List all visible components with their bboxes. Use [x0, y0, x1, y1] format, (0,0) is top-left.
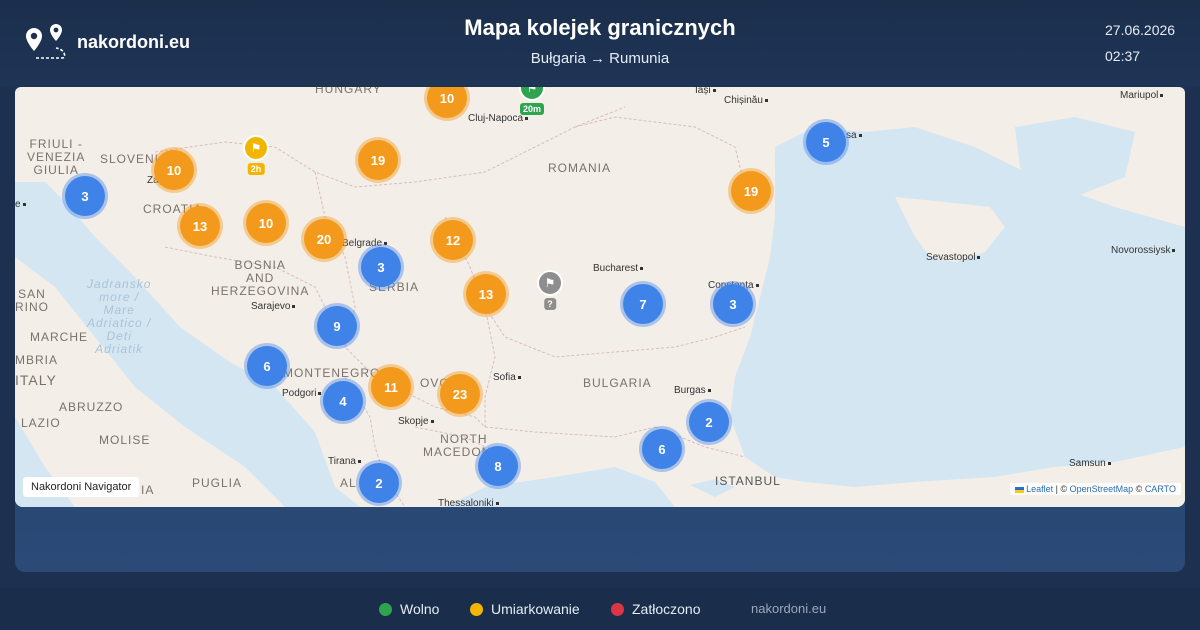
cluster-marker[interactable]: 2: [359, 463, 399, 503]
region-san-marino: SAN RINO: [15, 287, 49, 314]
cluster-marker[interactable]: 12: [433, 220, 473, 260]
leaflet-link[interactable]: Leaflet: [1026, 484, 1053, 494]
city-istanbul: ISTANBUL: [715, 474, 781, 488]
ukraine-flag-icon: [1014, 486, 1024, 493]
region-umbria: MBRIA: [15, 353, 59, 367]
region-friuli: FRIULI - VENEZIA GIULIA: [27, 137, 86, 177]
cluster-marker[interactable]: 6: [247, 346, 287, 386]
cluster-marker[interactable]: 10: [246, 203, 286, 243]
flag-marker-grey[interactable]: ⚑: [537, 270, 563, 296]
sea-adriatic-label: Jadransko more / Mare Adriatico / Deti Adriat…: [87, 277, 152, 356]
region-abruzzo: ABRUZZO: [59, 400, 124, 414]
city-odesa: sa: [846, 130, 862, 141]
city-trieste: e: [15, 199, 26, 210]
cluster-marker[interactable]: 8: [478, 446, 518, 486]
region-hungary: HUNGARY: [315, 87, 382, 96]
cluster-marker[interactable]: 19: [731, 171, 771, 211]
city-thessaloniki: Thessaloniki: [438, 498, 499, 507]
city-chisinau: Chișinău: [724, 95, 768, 106]
cluster-marker[interactable]: 10: [154, 150, 194, 190]
region-calabria: IA: [141, 483, 155, 497]
region-lazio: LAZIO: [21, 416, 61, 430]
cluster-marker[interactable]: 7: [623, 284, 663, 324]
carto-link[interactable]: CARTO: [1145, 484, 1176, 494]
flag-icon: ⚑: [250, 141, 262, 155]
region-italy: ITALY: [15, 372, 57, 388]
time-label: 02:37: [1105, 48, 1141, 64]
page-title: Mapa kolejek granicznych: [464, 15, 736, 40]
city-novorossiysk: Novorossiysk: [1111, 245, 1175, 256]
cluster-marker[interactable]: 4: [323, 381, 363, 421]
route-subtitle: Bułgaria → Rumunia: [530, 50, 670, 67]
map-attribution: Leaflet | © OpenStreetMap © CARTO: [1009, 483, 1181, 495]
cluster-marker[interactable]: 3: [361, 247, 401, 287]
date-label: 27.06.2026: [1105, 22, 1176, 38]
wait-time-badge: 2h: [247, 163, 265, 175]
region-montenegro: MONTENEGRO: [283, 366, 381, 380]
region-puglia: PUGLIA: [192, 476, 243, 490]
cluster-marker[interactable]: 23: [440, 374, 480, 414]
city-bucharest: Bucharest: [593, 263, 643, 274]
city-iasi: Iași: [695, 87, 716, 96]
city-burgas: Burgas: [674, 385, 711, 396]
cluster-marker[interactable]: 5: [806, 122, 846, 162]
flag-icon: ⚑: [526, 87, 538, 95]
footer-site[interactable]: nakordoni.eu: [751, 601, 826, 616]
flag-icon: ⚑: [544, 276, 556, 290]
city-sofia: Sofia: [493, 372, 521, 383]
region-molise: MOLISE: [99, 433, 151, 447]
osm-link[interactable]: OpenStreetMap: [1070, 484, 1134, 494]
cluster-marker[interactable]: 3: [713, 284, 753, 324]
header: nakordoni.eu Mapa kolejek granicznych Bu…: [0, 0, 1200, 86]
wait-time-badge: 20m: [519, 103, 545, 115]
status-dot-yellow: [470, 602, 483, 616]
navigator-label[interactable]: Nakordoni Navigator: [23, 477, 140, 497]
region-albania: AL: [340, 476, 357, 490]
region-romania: ROMANIA: [548, 161, 612, 175]
cluster-marker[interactable]: 6: [642, 429, 682, 469]
flag-marker-yellow[interactable]: ⚑: [243, 135, 269, 161]
cluster-marker[interactable]: 20: [304, 219, 344, 259]
status-dot-red: [611, 602, 624, 616]
region-marche: MARCHE: [30, 330, 89, 344]
city-tirana: Tirana: [328, 456, 361, 467]
cluster-marker[interactable]: 2: [689, 402, 729, 442]
city-samsun: Samsun: [1069, 458, 1111, 469]
wait-time-badge: ?: [544, 298, 556, 310]
map-background: [15, 106, 1185, 507]
city-skopje: Skopje: [398, 416, 434, 427]
region-bosnia: BOSNIA AND HERZEGOVINA: [211, 258, 310, 298]
cluster-marker[interactable]: 11: [371, 367, 411, 407]
city-podgorica: Podgori: [282, 388, 321, 399]
status-dot-green: [379, 602, 392, 616]
city-sevastopol: Sevastopol: [926, 252, 980, 263]
cluster-marker[interactable]: 13: [180, 206, 220, 246]
city-cluj: Cluj-Napoca: [468, 113, 528, 124]
region-bulgaria: BULGARIA: [583, 376, 652, 390]
cluster-marker[interactable]: 19: [358, 140, 398, 180]
cluster-marker[interactable]: 3: [65, 176, 105, 216]
map-view[interactable]: HUNGARY SLOVENIA CROATIA FRIULI - VENEZIA…: [15, 87, 1185, 507]
legend-item-moderate: Umiarkowanie: [470, 601, 580, 617]
footer: Wolno Umiarkowanie Zatłoczono nakordoni.…: [0, 588, 1200, 630]
cluster-marker[interactable]: 9: [317, 306, 357, 346]
city-mariupol: Mariupol: [1120, 90, 1163, 101]
cluster-marker[interactable]: 13: [466, 274, 506, 314]
legend-item-crowded: Zatłoczono: [611, 601, 700, 617]
city-sarajevo: Sarajevo: [251, 301, 295, 312]
legend-item-free: Wolno: [379, 601, 439, 617]
